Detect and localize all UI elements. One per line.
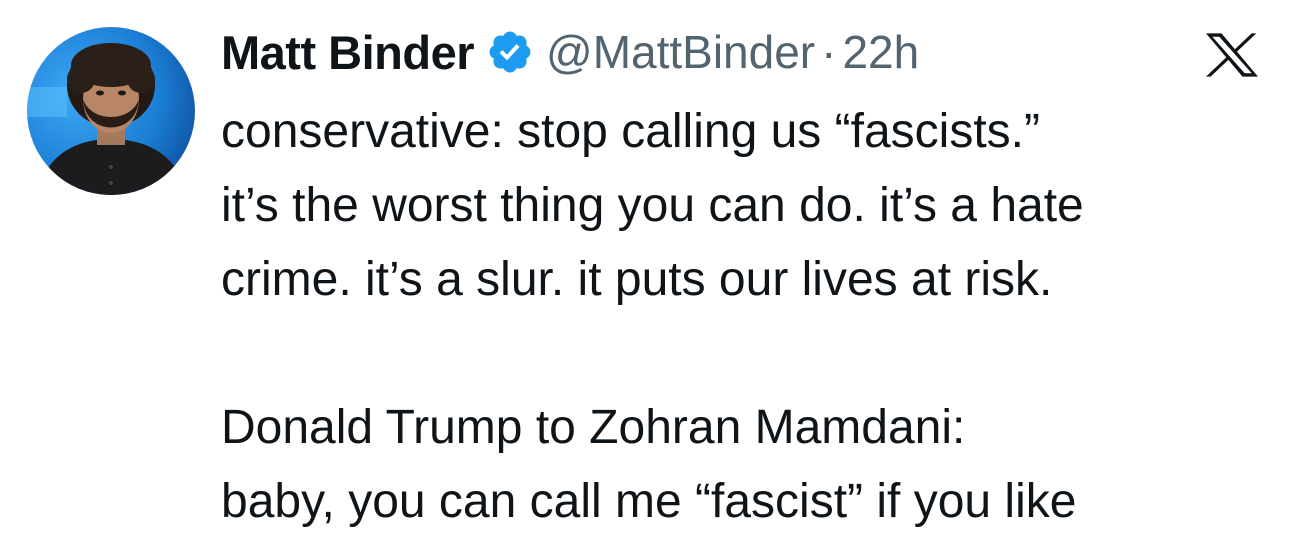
tweet-card: Matt Binder @MattBinder · 22h conservati… [0, 0, 1290, 555]
tweet-text: conservative: stop calling us “fascists.… [221, 95, 1281, 539]
user-handle[interactable]: @MattBinder [546, 25, 815, 79]
tweet-header: Matt Binder @MattBinder · 22h [221, 22, 919, 82]
tweet-paragraph: Donald Trump to Zohran Mamdani: baby, yo… [221, 391, 1281, 539]
tweet-line: conservative: stop calling us “fascists.… [221, 105, 1040, 158]
tweet-paragraph: conservative: stop calling us “fascists.… [221, 95, 1281, 317]
avatar-image [27, 27, 195, 195]
separator-dot: · [821, 26, 837, 78]
display-name[interactable]: Matt Binder [221, 25, 475, 80]
tweet-line: baby, you can call me “fascist” if you l… [221, 475, 1077, 528]
tweet-line: Donald Trump to Zohran Mamdani: [221, 401, 966, 454]
tweet-timestamp[interactable]: 22h [842, 25, 919, 79]
tweet-line: crime. it’s a slur. it puts our lives at… [221, 253, 1053, 306]
tweet-line: it’s the worst thing you can do. it’s a … [221, 179, 1084, 232]
avatar[interactable] [27, 27, 195, 195]
x-logo-icon[interactable] [1206, 33, 1258, 77]
verified-badge-icon [486, 28, 534, 76]
